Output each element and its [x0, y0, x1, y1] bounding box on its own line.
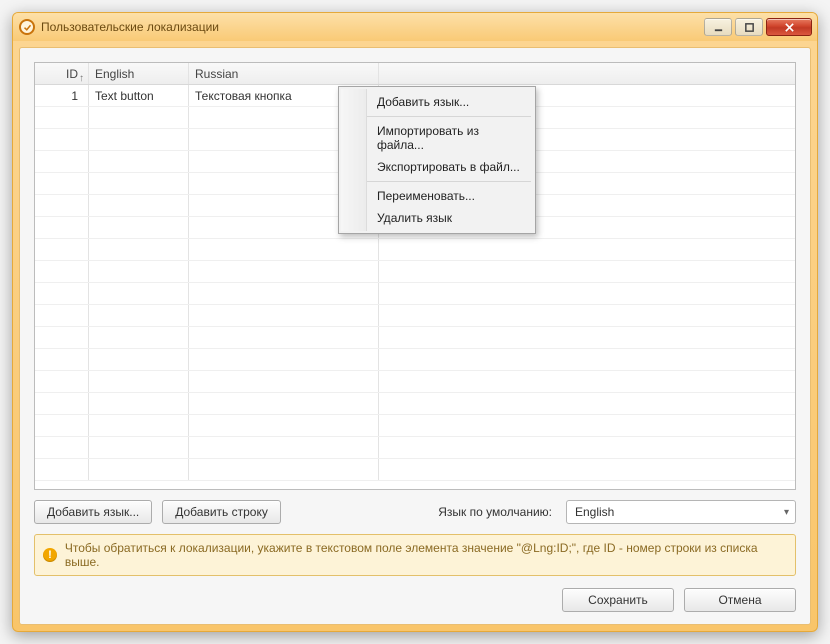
app-icon	[19, 19, 35, 35]
table-row-empty	[35, 437, 795, 459]
menu-gutter	[341, 89, 367, 231]
client-area: ID ↑ English Russian 1Text buttonТекстов…	[19, 47, 811, 625]
add-row-button[interactable]: Добавить строку	[162, 500, 281, 524]
window-title: Пользовательские локализации	[41, 20, 704, 34]
col-header-russian[interactable]: Russian	[189, 63, 379, 84]
cell-id: 1	[35, 85, 89, 106]
default-language-value: English	[575, 505, 614, 519]
table-row-empty	[35, 327, 795, 349]
table-row-empty	[35, 371, 795, 393]
menu-item[interactable]: Экспортировать в файл...	[367, 156, 533, 178]
table-row-empty	[35, 305, 795, 327]
default-language-label: Язык по умолчанию:	[438, 505, 552, 519]
chevron-down-icon: ▾	[784, 507, 789, 518]
grid-header: ID ↑ English Russian	[35, 63, 795, 85]
menu-separator	[367, 181, 531, 182]
dialog-window: Пользовательские локализации ID ↑ Englis…	[12, 12, 818, 632]
warning-icon: !	[43, 548, 57, 562]
titlebar[interactable]: Пользовательские локализации	[13, 13, 817, 41]
menu-item[interactable]: Добавить язык...	[367, 91, 533, 113]
close-button[interactable]	[766, 18, 812, 36]
maximize-button[interactable]	[735, 18, 763, 36]
table-row-empty	[35, 459, 795, 481]
table-row-empty	[35, 415, 795, 437]
menu-items: Добавить язык... Импортировать из файла..…	[367, 89, 533, 231]
localization-grid[interactable]: ID ↑ English Russian 1Text buttonТекстов…	[34, 62, 796, 490]
menu-separator	[367, 116, 531, 117]
add-language-button[interactable]: Добавить язык...	[34, 500, 152, 524]
table-row-empty	[35, 283, 795, 305]
sort-asc-icon: ↑	[79, 68, 84, 84]
cancel-button[interactable]: Отмена	[684, 588, 796, 612]
save-button[interactable]: Сохранить	[562, 588, 674, 612]
grid-toolbar: Добавить язык... Добавить строку Язык по…	[34, 500, 796, 524]
menu-item[interactable]: Импортировать из файла...	[367, 120, 533, 156]
dialog-footer: Сохранить Отмена	[34, 588, 796, 612]
minimize-button[interactable]	[704, 18, 732, 36]
cell-english[interactable]: Text button	[89, 85, 189, 106]
col-header-english[interactable]: English	[89, 63, 189, 84]
table-row-empty	[35, 261, 795, 283]
col-header-id-label: ID	[66, 67, 78, 81]
table-row-empty	[35, 349, 795, 371]
hint-bar: ! Чтобы обратиться к локализации, укажит…	[34, 534, 796, 576]
hint-text: Чтобы обратиться к локализации, укажите …	[65, 541, 787, 569]
table-row-empty	[35, 393, 795, 415]
menu-item[interactable]: Удалить язык	[367, 207, 533, 229]
col-header-spacer	[379, 63, 795, 84]
col-header-id[interactable]: ID ↑	[35, 63, 89, 84]
menu-item[interactable]: Переименовать...	[367, 185, 533, 207]
window-buttons	[704, 18, 815, 36]
column-context-menu: Добавить язык... Импортировать из файла..…	[338, 86, 536, 234]
default-language-select[interactable]: English ▾	[566, 500, 796, 524]
table-row-empty	[35, 239, 795, 261]
